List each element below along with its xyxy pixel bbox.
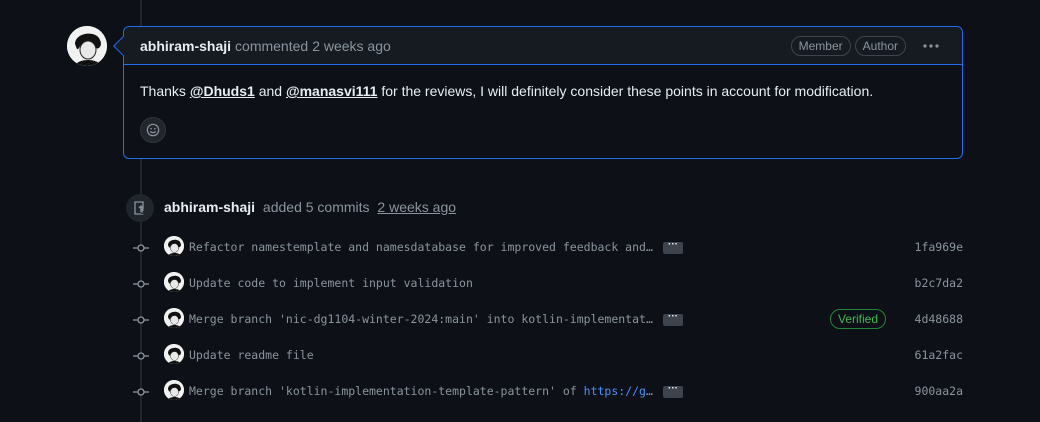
- commit-row: Merge branch 'kotlin-implementation-temp…: [0, 380, 1040, 404]
- comment-card: abhiram-shaji commented 2 weeks ago Memb…: [113, 26, 963, 159]
- commit-author-avatar[interactable]: [164, 380, 184, 400]
- commit-message-link[interactable]: Merge branch 'nic-dg1104-winter-2024:mai…: [189, 312, 659, 326]
- expand-commit-button[interactable]: ···: [663, 384, 683, 398]
- commit-node-icon: [133, 388, 149, 396]
- mention-manasvi111[interactable]: @manasvi111: [286, 83, 378, 99]
- pr-timeline: abhiram-shaji commented 2 weeks ago Memb…: [0, 0, 1040, 422]
- commit-node-icon: [133, 316, 149, 324]
- comment-body: Thanks @Dhuds1 and @manasvi111 for the r…: [124, 65, 962, 99]
- smiley-icon: [146, 123, 160, 137]
- commits-event-text: abhiram-shaji added 5 commits 2 weeks ag…: [164, 199, 456, 215]
- event-time[interactable]: 2 weeks ago: [377, 199, 456, 215]
- commit-row: Refactor namestemplate and namesdatabase…: [0, 236, 1040, 260]
- commit-message-link[interactable]: Update code to implement input validatio…: [189, 276, 659, 290]
- comment-header-actions: Member Author: [790, 34, 946, 58]
- commit-row: Update readme file 61a2fac: [0, 344, 1040, 368]
- commit-node-icon: [133, 280, 149, 288]
- commit-node-icon: [133, 352, 149, 360]
- commit-url-link[interactable]: https://gith…: [584, 384, 659, 398]
- comment-text-prefix: Thanks: [140, 83, 190, 99]
- commit-message-link[interactable]: Refactor namestemplate and namesdatabase…: [189, 240, 659, 254]
- expand-commit-button[interactable]: ···: [663, 312, 683, 326]
- mention-dhuds1[interactable]: @Dhuds1: [190, 83, 255, 99]
- member-badge: Member: [790, 35, 851, 56]
- comment-text-middle: and: [254, 83, 286, 99]
- commit-message-link[interactable]: Update readme file: [189, 348, 659, 362]
- push-icon: [126, 194, 154, 222]
- commit-author-avatar[interactable]: [164, 272, 184, 292]
- kebab-icon[interactable]: [916, 34, 946, 58]
- commit-author-avatar[interactable]: [164, 344, 184, 364]
- commit-sha-link[interactable]: 1fa969e: [915, 240, 963, 254]
- comment-author-avatar[interactable]: [67, 26, 107, 66]
- commit-sha-link[interactable]: 4d48688: [915, 312, 963, 326]
- commit-message-link[interactable]: Merge branch 'kotlin-implementation-temp…: [189, 384, 584, 398]
- comment-author-link[interactable]: abhiram-shaji: [140, 38, 231, 54]
- commit-author-avatar[interactable]: [164, 308, 184, 328]
- comment-action: commented: [235, 37, 309, 54]
- commit-row: Update code to implement input validatio…: [0, 272, 1040, 296]
- verified-badge[interactable]: Verified: [830, 309, 887, 329]
- commit-message: Merge branch 'kotlin-implementation-temp…: [189, 384, 659, 398]
- commit-author-avatar[interactable]: [164, 236, 184, 256]
- commit-sha-link[interactable]: 61a2fac: [915, 348, 963, 362]
- expand-commit-button[interactable]: ···: [663, 240, 683, 254]
- author-badge: Author: [854, 35, 906, 56]
- commit-sha-link[interactable]: b2c7da2: [915, 276, 963, 290]
- add-reaction-button[interactable]: [140, 117, 166, 143]
- comment-time[interactable]: 2 weeks ago: [312, 38, 391, 54]
- event-action: added 5 commits: [262, 199, 370, 215]
- commit-row: Merge branch 'nic-dg1104-winter-2024:mai…: [0, 308, 1040, 332]
- commit-node-icon: [133, 244, 149, 252]
- comment-header: abhiram-shaji commented 2 weeks ago Memb…: [124, 27, 962, 65]
- commit-sha-link[interactable]: 900aa2a: [915, 384, 963, 398]
- event-author-link[interactable]: abhiram-shaji: [164, 199, 255, 215]
- comment-text-suffix: for the reviews, I will definitely consi…: [377, 83, 874, 99]
